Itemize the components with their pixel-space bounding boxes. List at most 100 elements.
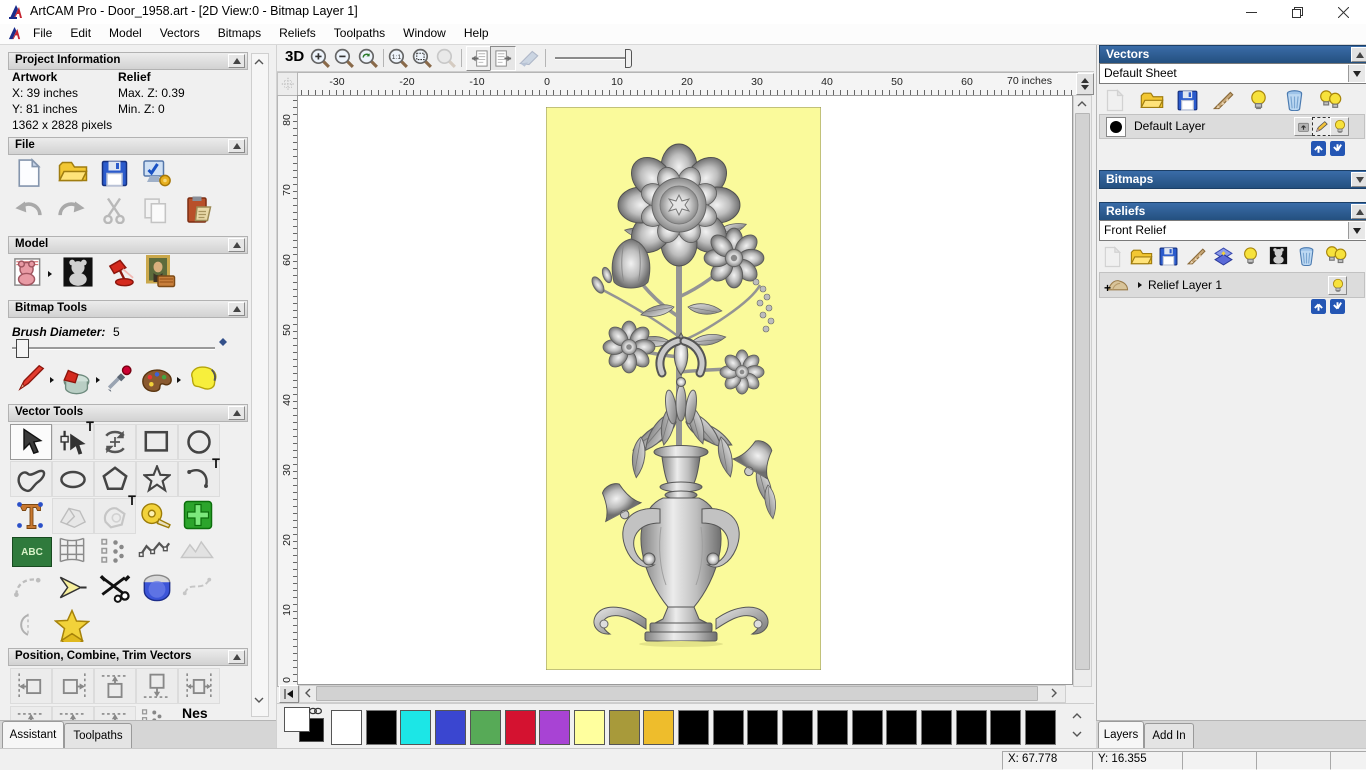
- notes-button[interactable]: [185, 195, 212, 225]
- contrast-slider-handle[interactable]: [625, 49, 632, 68]
- collapse-button[interactable]: [228, 650, 245, 664]
- align-centre-vertical-tool[interactable]: [10, 706, 52, 720]
- collapse-button[interactable]: [228, 54, 245, 68]
- menu-file[interactable]: File: [24, 24, 61, 43]
- greyscale-model-button[interactable]: [62, 256, 94, 288]
- relief-layer-row[interactable]: + Relief Layer 1: [1099, 272, 1365, 298]
- transform-vectors-tool[interactable]: [94, 424, 136, 460]
- palette-swatch[interactable]: [747, 710, 779, 745]
- canvas-scroll-up-button[interactable]: [1074, 97, 1089, 111]
- collapse-button[interactable]: [228, 406, 245, 420]
- move-layer-up-button[interactable]: [1311, 141, 1326, 156]
- canvas-horizontal-scroll-thumb[interactable]: [316, 686, 1038, 701]
- node-editing-tool[interactable]: [52, 421, 94, 460]
- vector-sheet-select[interactable]: Default Sheet: [1099, 63, 1366, 84]
- toggle-bitmap-view-button-disabled[interactable]: [517, 48, 541, 68]
- wrap-text-tool-disabled[interactable]: [52, 498, 94, 534]
- layer-colour-swatch[interactable]: [1106, 117, 1126, 137]
- relief-artwork[interactable]: [546, 107, 821, 670]
- collapse-button[interactable]: [1351, 204, 1366, 219]
- paint-brush-button[interactable]: [16, 363, 46, 393]
- palette-swatch[interactable]: [1025, 710, 1056, 745]
- ruler-origin-button[interactable]: [277, 72, 299, 96]
- flood-fill-button[interactable]: [187, 364, 220, 392]
- palette-swatch[interactable]: [990, 710, 1022, 745]
- save-vector-layer-button[interactable]: [1177, 90, 1198, 111]
- offset-vectors-tool-disabled[interactable]: [94, 495, 136, 534]
- lighting-button[interactable]: [104, 257, 136, 287]
- blend-spans-tool-disabled[interactable]: [182, 574, 212, 599]
- chevron-down-icon[interactable]: [1348, 222, 1365, 239]
- align-centre-tool[interactable]: [178, 668, 220, 704]
- view-3d-button[interactable]: 3D: [285, 48, 304, 65]
- zoom-to-fit-button[interactable]: [411, 47, 434, 70]
- new-vector-layer-button[interactable]: [1105, 89, 1125, 112]
- zoom-previous-button[interactable]: [357, 47, 380, 70]
- fit-arcs-tool-disabled[interactable]: [12, 574, 44, 601]
- palette-swatch[interactable]: [782, 710, 814, 745]
- greyscale-preview-button[interactable]: [1269, 246, 1288, 265]
- vector-layer-row[interactable]: Default Layer: [1099, 114, 1365, 139]
- palette-swatch[interactable]: [678, 710, 709, 745]
- menu-help[interactable]: Help: [455, 24, 498, 43]
- create-circle-tool[interactable]: [178, 424, 220, 460]
- expand-button[interactable]: [1351, 172, 1366, 187]
- select-vectors-tool[interactable]: [10, 424, 52, 460]
- flood-fill-bucket-button[interactable]: [60, 365, 93, 395]
- open-vector-layer-button[interactable]: [1140, 92, 1164, 111]
- ruler-units-spinner[interactable]: [1076, 73, 1094, 95]
- nesting-tool[interactable]: Nes: [182, 705, 208, 720]
- expand-layer-arrow[interactable]: [1138, 282, 1142, 288]
- palette-swatch[interactable]: [712, 710, 744, 745]
- toggle-relief-visibility-button[interactable]: [1243, 246, 1258, 266]
- menu-model[interactable]: Model: [100, 24, 151, 43]
- collapse-button[interactable]: [228, 238, 245, 252]
- collapse-button[interactable]: [228, 139, 245, 153]
- move-layer-down-button[interactable]: [1330, 141, 1345, 156]
- align-centre-in-page-tool[interactable]: [52, 706, 94, 720]
- paste-button[interactable]: [142, 196, 170, 224]
- close-button[interactable]: [1320, 0, 1366, 24]
- section-header-position-combine-trim[interactable]: Position, Combine, Trim Vectors: [8, 648, 248, 666]
- extrude-tool[interactable]: [140, 571, 174, 602]
- delete-vector-layer-button[interactable]: [1285, 89, 1304, 111]
- tab-assistant[interactable]: Assistant: [2, 721, 64, 748]
- section-header-project-information[interactable]: Project Information: [8, 52, 248, 70]
- delete-relief-layer-button[interactable]: [1298, 246, 1315, 266]
- move-relief-down-button[interactable]: [1330, 299, 1345, 314]
- tab-layers[interactable]: Layers: [1098, 721, 1144, 748]
- reliefs-panel-header[interactable]: Reliefs: [1099, 202, 1366, 221]
- zoom-out-button[interactable]: [333, 47, 356, 70]
- create-rectangle-tool[interactable]: [136, 424, 178, 460]
- undo-button[interactable]: [14, 200, 44, 222]
- cut-button[interactable]: [102, 197, 126, 224]
- colour-picker-button[interactable]: [105, 364, 133, 392]
- scatter-copies-tool[interactable]: [138, 706, 168, 720]
- layer-visibility-button[interactable]: [1330, 117, 1349, 136]
- menu-vectors[interactable]: Vectors: [151, 24, 209, 43]
- wrap-vectors-tool[interactable]: [54, 609, 90, 642]
- move-relief-up-button[interactable]: [1311, 299, 1326, 314]
- section-header-file[interactable]: File: [8, 137, 248, 155]
- vector-layer-name[interactable]: Default Layer: [1134, 119, 1205, 133]
- chevron-down-icon[interactable]: [1348, 65, 1365, 82]
- colour-palette-button[interactable]: [140, 367, 174, 393]
- collapse-button[interactable]: [1351, 47, 1366, 62]
- relief-select[interactable]: Front Relief: [1099, 220, 1366, 241]
- section-header-bitmap-tools[interactable]: Bitmap Tools: [8, 300, 248, 318]
- open-model-button[interactable]: [58, 161, 88, 185]
- create-text-tool[interactable]: [10, 498, 50, 532]
- align-right-tool[interactable]: [52, 668, 94, 704]
- palette-swatch[interactable]: [539, 710, 571, 745]
- merge-vector-layers-button[interactable]: [1212, 90, 1235, 111]
- flyout-arrow-icon[interactable]: [50, 377, 54, 383]
- canvas-scroll-right-button[interactable]: [1047, 686, 1061, 700]
- create-polygon-tool[interactable]: [94, 461, 136, 497]
- menu-reliefs[interactable]: Reliefs: [270, 24, 325, 43]
- restore-button[interactable]: [1274, 0, 1320, 24]
- combine-relief-mode-button[interactable]: [1213, 247, 1234, 266]
- palette-scroll-up-button[interactable]: [1069, 708, 1085, 724]
- texture-relief-button[interactable]: [146, 255, 176, 288]
- palette-swatch[interactable]: [816, 710, 848, 745]
- pan-toggle-button[interactable]: [279, 685, 299, 703]
